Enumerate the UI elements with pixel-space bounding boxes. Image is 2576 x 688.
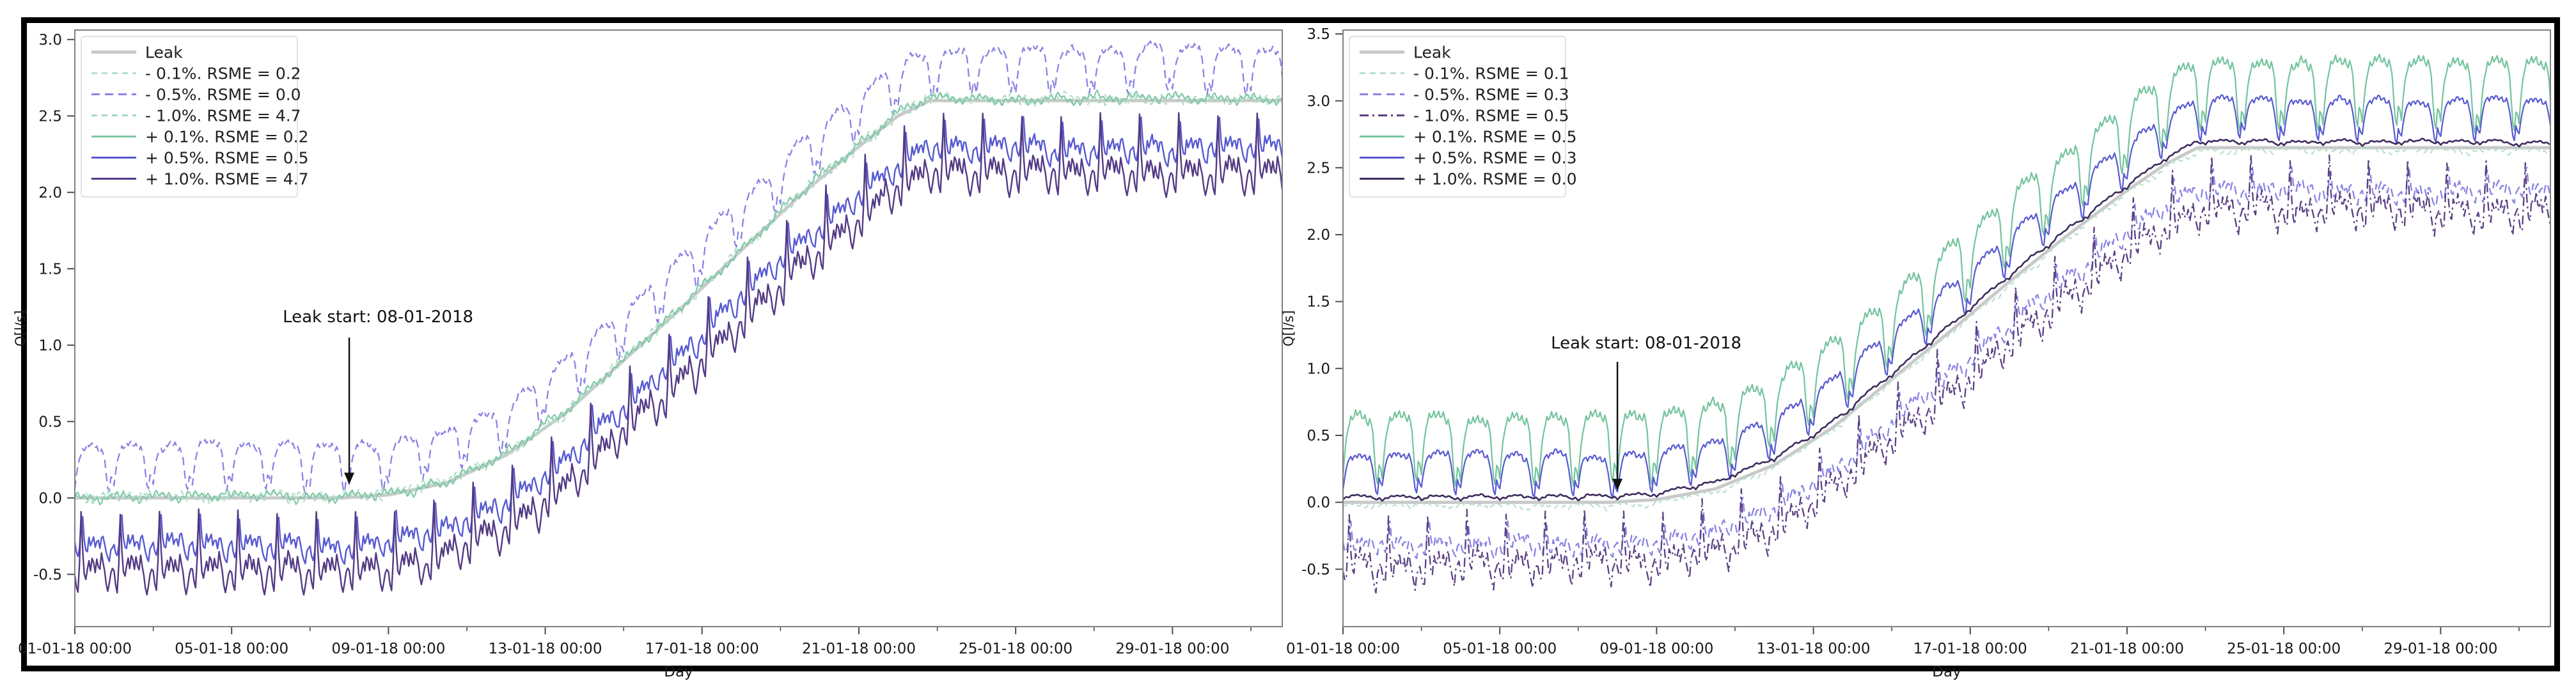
y-tick-label: 1.5 [38, 261, 62, 278]
legend-label: + 0.5%. RSME = 0.3 [1413, 148, 1577, 167]
y-tick-label: 3.0 [1307, 93, 1330, 110]
legend-label: + 0.5%. RSME = 0.5 [145, 148, 309, 167]
y-axis: -0.5 0.0 0.5 1.0 1.5 2.0 2.5 3.0 Q[l/s] [13, 32, 75, 583]
y-tick-label: 3.0 [38, 32, 62, 49]
x-tick-label: 09-01-18 00:00 [1599, 641, 1713, 657]
x-tick-label: 05-01-18 00:00 [175, 641, 288, 657]
x-tick-label: 01-01-18 00:00 [18, 641, 132, 657]
legend-label: + 0.1%. RSME = 0.5 [1413, 127, 1577, 146]
annotation-text: Leak start: 08-01-2018 [283, 308, 473, 327]
legend-label: + 1.0%. RSME = 4.7 [145, 169, 309, 188]
x-axis: 01-01-18 00:00 05-01-18 00:00 09-01-18 00:… [18, 627, 1251, 680]
legend-label: + 1.0%. RSME = 0.0 [1413, 169, 1577, 188]
x-tick-label: 13-01-18 00:00 [1757, 641, 1871, 657]
y-tick-label: 1.5 [1307, 294, 1330, 311]
left-panel: -0.5 0.0 0.5 1.0 1.5 2.0 2.5 3.0 Q[l/s] 01-01-18 … [13, 30, 1282, 680]
x-tick-label: 01-01-18 00:00 [1286, 641, 1400, 657]
y-tick-label: 0.5 [38, 414, 62, 430]
y-axis: -0.5 0.0 0.5 1.0 1.5 2.0 2.5 3.0 3.5 Q[l/s] [1281, 26, 1343, 578]
x-axis-label: Day [664, 664, 693, 680]
legend-label: Leak [145, 43, 183, 61]
right-panel: -0.5 0.0 0.5 1.0 1.5 2.0 2.5 3.0 3.5 Q[l/s] 01-01-… [1281, 26, 2550, 680]
y-tick-label: 0.0 [38, 490, 62, 507]
x-tick-label: 21-01-18 00:00 [2070, 641, 2184, 657]
x-tick-label: 17-01-18 00:00 [645, 641, 759, 657]
y-axis-label: Q[l/s] [1281, 310, 1296, 347]
y-tick-label: 2.5 [38, 108, 62, 125]
legend: Leak - 0.1%. RSME = 0.1 - 0.5%. RSME = 0.3… [1349, 36, 1577, 197]
x-axis-label: Day [1932, 664, 1961, 680]
y-tick-label: 1.0 [38, 338, 62, 354]
x-tick-label: 13-01-18 00:00 [489, 641, 602, 657]
y-tick-label: -0.5 [1301, 561, 1330, 578]
y-tick-label: 2.0 [1307, 227, 1330, 244]
legend-label: - 0.5%. RSME = 0.3 [1413, 85, 1569, 104]
legend-label: + 0.1%. RSME = 0.2 [145, 127, 309, 146]
legend: Leak - 0.1%. RSME = 0.2 - 0.5%. RSME = 0.0… [81, 36, 309, 197]
x-tick-label: 17-01-18 00:00 [1913, 641, 2027, 657]
annotation-text: Leak start: 08-01-2018 [1551, 334, 1741, 353]
x-tick-label: 05-01-18 00:00 [1443, 641, 1557, 657]
x-tick-label: 09-01-18 00:00 [331, 641, 445, 657]
x-axis: 01-01-18 00:00 05-01-18 00:00 09-01-18 00:… [1286, 627, 2519, 680]
x-tick-label: 25-01-18 00:00 [2227, 641, 2341, 657]
y-tick-label: 3.5 [1307, 26, 1330, 43]
y-tick-label: 2.5 [1307, 160, 1330, 176]
y-tick-label: 2.0 [38, 185, 62, 201]
legend-label: - 1.0%. RSME = 0.5 [1413, 106, 1569, 125]
legend-label: - 0.1%. RSME = 0.1 [1413, 64, 1569, 82]
y-tick-label: 0.5 [1307, 428, 1330, 444]
leak-detection-charts: -0.5 0.0 0.5 1.0 1.5 2.0 2.5 3.0 Q[l/s] 01-01-18 … [0, 0, 2576, 688]
legend-label: - 1.0%. RSME = 4.7 [145, 106, 301, 125]
y-tick-label: 0.0 [1307, 495, 1330, 512]
y-tick-label: -0.5 [33, 567, 62, 583]
screenshot-stage: -0.5 0.0 0.5 1.0 1.5 2.0 2.5 3.0 Q[l/s] 01-01-18 … [0, 0, 2576, 688]
x-tick-label: 21-01-18 00:00 [802, 641, 916, 657]
legend-label: - 0.5%. RSME = 0.0 [145, 85, 301, 104]
legend-label: Leak [1413, 43, 1451, 61]
x-tick-label: 29-01-18 00:00 [1115, 641, 1229, 657]
legend-label: - 0.1%. RSME = 0.2 [145, 64, 301, 82]
x-tick-label: 29-01-18 00:00 [2384, 641, 2497, 657]
x-tick-label: 25-01-18 00:00 [959, 641, 1072, 657]
y-tick-label: 1.0 [1307, 361, 1330, 377]
y-axis-label: Q[l/s] [13, 310, 28, 347]
